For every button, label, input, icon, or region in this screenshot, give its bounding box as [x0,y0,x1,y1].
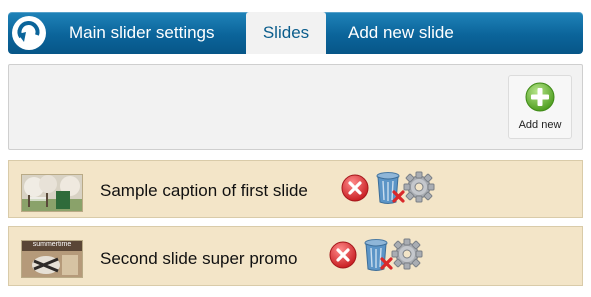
delete-circle-icon[interactable] [329,241,357,269]
delete-circle-icon[interactable] [341,174,369,202]
slider-logo-icon [12,16,46,50]
main-navbar: Main slider settings Slides Add new slid… [8,12,583,54]
gear-icon[interactable] [403,171,435,203]
slides-toolbar-panel: Add new [8,64,583,150]
plus-circle-icon [525,82,555,112]
tab-slides[interactable]: Slides [246,12,326,54]
thumbnail-text: summertime [32,241,72,248]
slide-row: Sample caption of first slide [8,160,583,218]
tab-add-new-slide[interactable]: Add new slide [348,12,454,54]
trash-icon[interactable] [363,238,393,272]
slide-thumbnail: summertime [21,240,83,278]
slide-row: summertime Second slide super promo [8,226,583,286]
photo-thumbnail-icon [22,175,82,211]
slide-caption: Sample caption of first slide [100,181,308,200]
trash-icon[interactable] [375,171,405,205]
slide-caption: Second slide super promo [100,249,298,268]
add-new-label: Add new [518,119,562,131]
add-new-button[interactable]: Add new [508,75,572,139]
gear-icon[interactable] [391,238,423,270]
tab-main-slider-settings[interactable]: Main slider settings [69,12,215,54]
slide-thumbnail [21,174,83,212]
